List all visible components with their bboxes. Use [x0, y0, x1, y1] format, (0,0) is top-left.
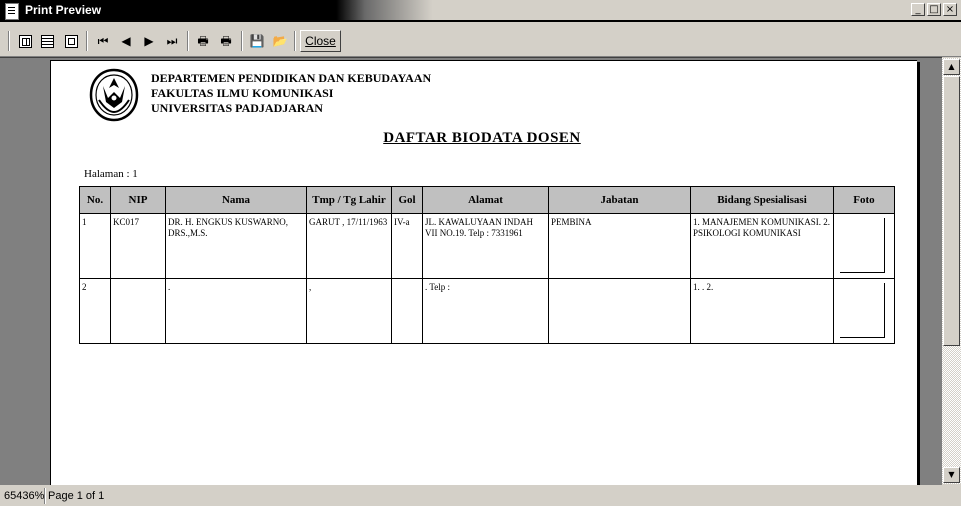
cell-jabatan	[548, 278, 691, 344]
column-header-nip: NIP	[110, 186, 166, 214]
page-indicator: Page 1 of 1	[48, 490, 105, 502]
cell-nip	[110, 278, 166, 344]
previous-page-icon[interactable]: ◀	[117, 32, 135, 50]
toolbar-separator	[294, 31, 296, 51]
next-page-icon[interactable]: ▶	[140, 32, 158, 50]
last-page-icon[interactable]: ⏭	[163, 32, 181, 50]
title-bar: Print Preview _ □ ×	[0, 0, 961, 22]
vertical-scrollbar[interactable]: ▲ ▼	[942, 58, 961, 484]
cell-foto	[833, 213, 895, 279]
header-line-faculty: FAKULTAS ILMU KOMUNIKASI	[151, 86, 334, 100]
table-row: 2 . , . Telp : 1. . 2.	[79, 278, 895, 344]
printer-setup-icon[interactable]: 🖶	[194, 32, 212, 50]
toolbar-separator	[241, 31, 243, 51]
document-icon	[5, 3, 19, 20]
maximize-button[interactable]: □	[927, 3, 941, 16]
cell-no: 2	[79, 278, 111, 344]
zoom-level: 65436%	[4, 490, 45, 502]
photo-frame	[834, 279, 885, 338]
cell-nama: DR. H. ENGKUS KUSWARNO, DRS.,M.S.	[165, 213, 307, 279]
page-width-icon[interactable]	[38, 32, 56, 50]
minimize-button[interactable]: _	[911, 3, 925, 16]
status-separator	[44, 488, 46, 504]
header-line-department: DEPARTEMEN PENDIDIKAN DAN KEBUDAYAAN	[151, 71, 432, 85]
report-title: DAFTAR BIODATA DOSEN	[383, 130, 581, 146]
cell-lahir: GARUT , 17/11/1963	[306, 213, 392, 279]
print-icon[interactable]: 🖶	[217, 32, 235, 50]
window-controls: _ □ ×	[911, 3, 957, 16]
cell-lahir: ,	[306, 278, 392, 344]
cell-gol	[391, 278, 423, 344]
cell-gol: IV-a	[391, 213, 423, 279]
header-line-university: UNIVERSITAS PADJADJARAN	[151, 101, 323, 115]
toolbar: ⏮ ◀ ▶ ⏭ 🖶 🖶 💾 📂	[0, 24, 961, 57]
cell-nama: .	[165, 278, 307, 344]
photo-frame	[834, 214, 885, 273]
cell-bidang: 1. MANAJEMEN KOMUNIKASI. 2. PSIKOLOGI KO…	[690, 213, 834, 279]
cell-jabatan: PEMBINA	[548, 213, 691, 279]
cell-no: 1	[79, 213, 111, 279]
scroll-up-icon[interactable]: ▲	[943, 59, 960, 75]
university-logo-icon	[89, 68, 139, 122]
cell-foto	[833, 278, 895, 344]
column-header-alamat: Alamat	[422, 186, 549, 214]
toolbar-separator	[8, 31, 10, 51]
preview-viewport[interactable]: DEPARTEMEN PENDIDIKAN DAN KEBUDAYAAN FAK…	[0, 57, 942, 485]
cell-alamat: . Telp :	[422, 278, 549, 344]
cell-bidang: 1. . 2.	[690, 278, 834, 344]
whole-page-icon[interactable]	[16, 32, 34, 50]
column-header-no: No.	[79, 186, 111, 214]
column-header-nama: Nama	[165, 186, 307, 214]
column-header-bidang: Bidang Spesialisasi	[690, 186, 834, 214]
column-header-lahir: Tmp / Tg Lahir	[306, 186, 392, 214]
close-button[interactable]: Close	[300, 30, 341, 52]
scroll-thumb[interactable]	[943, 76, 960, 346]
institution-header: DEPARTEMEN PENDIDIKAN DAN KEBUDAYAAN FAK…	[151, 71, 431, 116]
scroll-down-icon[interactable]: ▼	[943, 467, 960, 483]
status-bar: 65436% Page 1 of 1	[0, 486, 961, 506]
table-row: 1 KC017 DR. H. ENGKUS KUSWARNO, DRS.,M.S…	[79, 213, 895, 279]
first-page-icon[interactable]: ⏮	[94, 32, 112, 50]
cell-nip: KC017	[110, 213, 166, 279]
cell-alamat: JL. KAWALUYAAN INDAH VII NO.19. Telp : 7…	[422, 213, 549, 279]
open-folder-icon[interactable]: 📂	[271, 32, 289, 50]
column-header-gol: Gol	[391, 186, 423, 214]
column-header-jabatan: Jabatan	[548, 186, 691, 214]
column-header-foto: Foto	[833, 186, 895, 214]
close-window-button[interactable]: ×	[943, 3, 957, 16]
table-header-row: No. NIP Nama Tmp / Tg Lahir Gol Alamat J…	[79, 186, 895, 214]
save-icon[interactable]: 💾	[248, 32, 266, 50]
toolbar-separator	[86, 31, 88, 51]
lecturer-table: No. NIP Nama Tmp / Tg Lahir Gol Alamat J…	[79, 186, 895, 344]
window-title: Print Preview	[25, 3, 102, 17]
zoom-100-icon[interactable]	[62, 32, 80, 50]
report-page: DEPARTEMEN PENDIDIKAN DAN KEBUDAYAAN FAK…	[50, 60, 917, 485]
page-number-label: Halaman : 1	[84, 168, 138, 180]
toolbar-separator	[187, 31, 189, 51]
